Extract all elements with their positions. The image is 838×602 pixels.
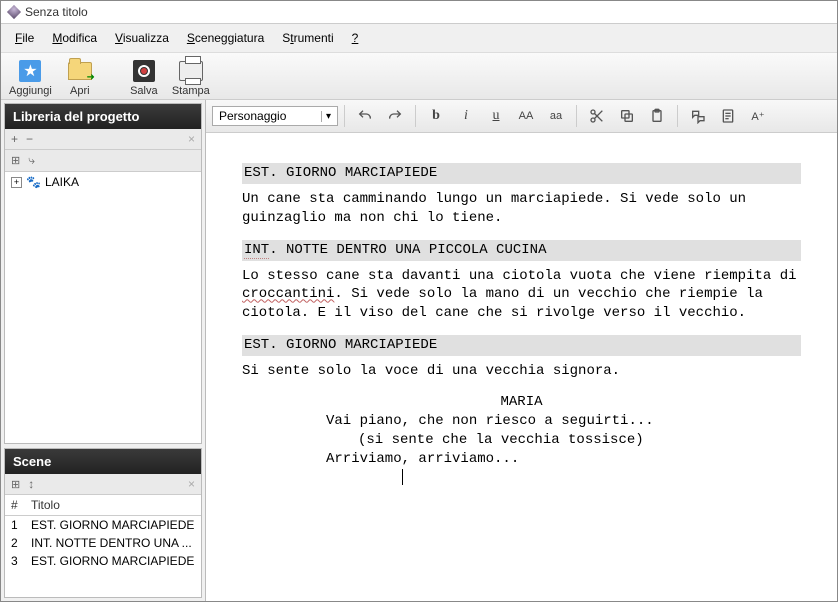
chevron-down-icon: ▾	[321, 111, 331, 122]
copy-icon	[619, 108, 635, 124]
folder-open-icon	[68, 62, 92, 80]
scene-row[interactable]: 2INT. NOTTE DENTRO UNA ...	[5, 534, 201, 552]
scene-panel: Scene ⊞ ↕ × # Titolo 1EST. GIORNO MARCIA	[4, 448, 202, 598]
uppercase-button[interactable]: AA	[512, 104, 540, 128]
remove-item-button[interactable]: −	[26, 132, 33, 146]
action-text[interactable]: Lo stesso cane sta davanti una ciotola v…	[242, 267, 801, 324]
scene-expand-button[interactable]: ⊞	[11, 478, 20, 491]
format-toolbar: Personaggio ▾ b i u AA aa	[206, 100, 837, 133]
project-name: LAIKA	[45, 175, 79, 189]
menu-visualizza[interactable]: Visualizza	[107, 28, 177, 48]
italic-button[interactable]: i	[452, 104, 480, 128]
print-button[interactable]: Stampa	[172, 59, 210, 97]
clipboard-icon	[649, 108, 665, 124]
action-text[interactable]: Si sente solo la voce di una vecchia sig…	[242, 362, 801, 381]
titlebar: Senza titolo	[1, 1, 837, 24]
document-icon	[720, 108, 736, 124]
tree-root-item[interactable]: + 🐾 LAIKA	[9, 174, 197, 190]
menubar: File Modifica Visualizza Sceneggiatura S…	[1, 24, 837, 53]
library-title: Libreria del progetto	[5, 104, 201, 129]
body: Libreria del progetto + − × ⊞ ⤷ + 🐾 LAIK…	[1, 100, 837, 601]
text-cursor	[402, 469, 403, 485]
scene-heading[interactable]: EST. GIORNO MARCIAPIEDE	[242, 335, 801, 356]
app-window: Senza titolo File Modifica Visualizza Sc…	[0, 0, 838, 602]
scene-list[interactable]: # Titolo 1EST. GIORNO MARCIAPIEDE 2INT. …	[5, 495, 201, 597]
copy-button[interactable]	[613, 104, 641, 128]
window-title: Senza titolo	[25, 5, 88, 19]
scene-controls: ⊞ ↕ ×	[5, 474, 201, 495]
expand-all-button[interactable]: ⊞	[11, 154, 20, 167]
tree-expand-icon[interactable]: +	[11, 177, 22, 188]
action-text[interactable]: Un cane sta camminando lungo un marciapi…	[242, 190, 801, 228]
star-icon	[19, 60, 41, 82]
scene-title: Scene	[5, 449, 201, 474]
menu-help[interactable]: ?	[344, 28, 367, 48]
app-icon	[7, 5, 21, 19]
dialogue-button[interactable]	[684, 104, 712, 128]
bold-button[interactable]: b	[422, 104, 450, 128]
editor-column: Personaggio ▾ b i u AA aa	[206, 100, 837, 601]
menu-modifica[interactable]: Modifica	[44, 28, 105, 48]
goto-button[interactable]: ⤷	[28, 153, 35, 168]
close-panel-button[interactable]: ×	[188, 132, 195, 146]
open-button[interactable]: Apri	[66, 59, 94, 97]
library-controls: + − ×	[5, 129, 201, 150]
paste-button[interactable]	[643, 104, 671, 128]
col-title[interactable]: Titolo	[25, 495, 201, 516]
undo-icon	[357, 108, 373, 124]
script-editor[interactable]: EST. GIORNO MARCIAPIEDE Un cane sta camm…	[206, 133, 837, 601]
printer-icon	[179, 61, 203, 81]
scene-row[interactable]: 1EST. GIORNO MARCIAPIEDE	[5, 516, 201, 535]
scene-close-button[interactable]: ×	[188, 477, 195, 491]
library-subcontrols: ⊞ ⤷	[5, 150, 201, 172]
save-icon	[133, 60, 155, 82]
undo-button[interactable]	[351, 104, 379, 128]
left-column: Libreria del progetto + − × ⊞ ⤷ + 🐾 LAIK…	[1, 100, 206, 601]
add-button[interactable]: Aggiungi	[9, 59, 52, 97]
scene-sort-button[interactable]: ↕	[28, 477, 34, 491]
font-size-button[interactable]: A⁺	[744, 104, 772, 128]
dialogue-text[interactable]: Arriviamo, arriviamo...	[326, 450, 717, 469]
col-num[interactable]: #	[5, 495, 25, 516]
dialogue-text[interactable]: Vai piano, che non riesco a seguirti...	[326, 412, 717, 431]
save-button[interactable]: Salva	[130, 59, 158, 97]
scene-row[interactable]: 3EST. GIORNO MARCIAPIEDE	[5, 552, 201, 570]
character-name[interactable]: MARIA	[242, 393, 801, 412]
main-toolbar: Aggiungi Apri Salva Stampa	[1, 53, 837, 100]
element-style-select[interactable]: Personaggio ▾	[212, 106, 338, 126]
scene-heading[interactable]: INT. NOTTE DENTRO UNA PICCOLA CUCINA	[242, 240, 801, 261]
lowercase-button[interactable]: aa	[542, 104, 570, 128]
notes-button[interactable]	[714, 104, 742, 128]
cut-button[interactable]	[583, 104, 611, 128]
menu-file[interactable]: File	[7, 28, 42, 48]
redo-button[interactable]	[381, 104, 409, 128]
paw-icon: 🐾	[26, 175, 41, 189]
scene-heading[interactable]: EST. GIORNO MARCIAPIEDE	[242, 163, 801, 184]
underline-button[interactable]: u	[482, 104, 510, 128]
redo-icon	[387, 108, 403, 124]
library-tree[interactable]: + 🐾 LAIKA	[5, 172, 201, 443]
menu-sceneggiatura[interactable]: Sceneggiatura	[179, 28, 272, 48]
scissors-icon	[589, 108, 605, 124]
library-panel: Libreria del progetto + − × ⊞ ⤷ + 🐾 LAIK…	[4, 103, 202, 444]
add-item-button[interactable]: +	[11, 132, 18, 146]
speech-bubbles-icon	[690, 108, 706, 124]
menu-strumenti[interactable]: Strumenti	[274, 28, 341, 48]
parenthetical[interactable]: (si sente che la vecchia tossisce)	[358, 431, 685, 450]
